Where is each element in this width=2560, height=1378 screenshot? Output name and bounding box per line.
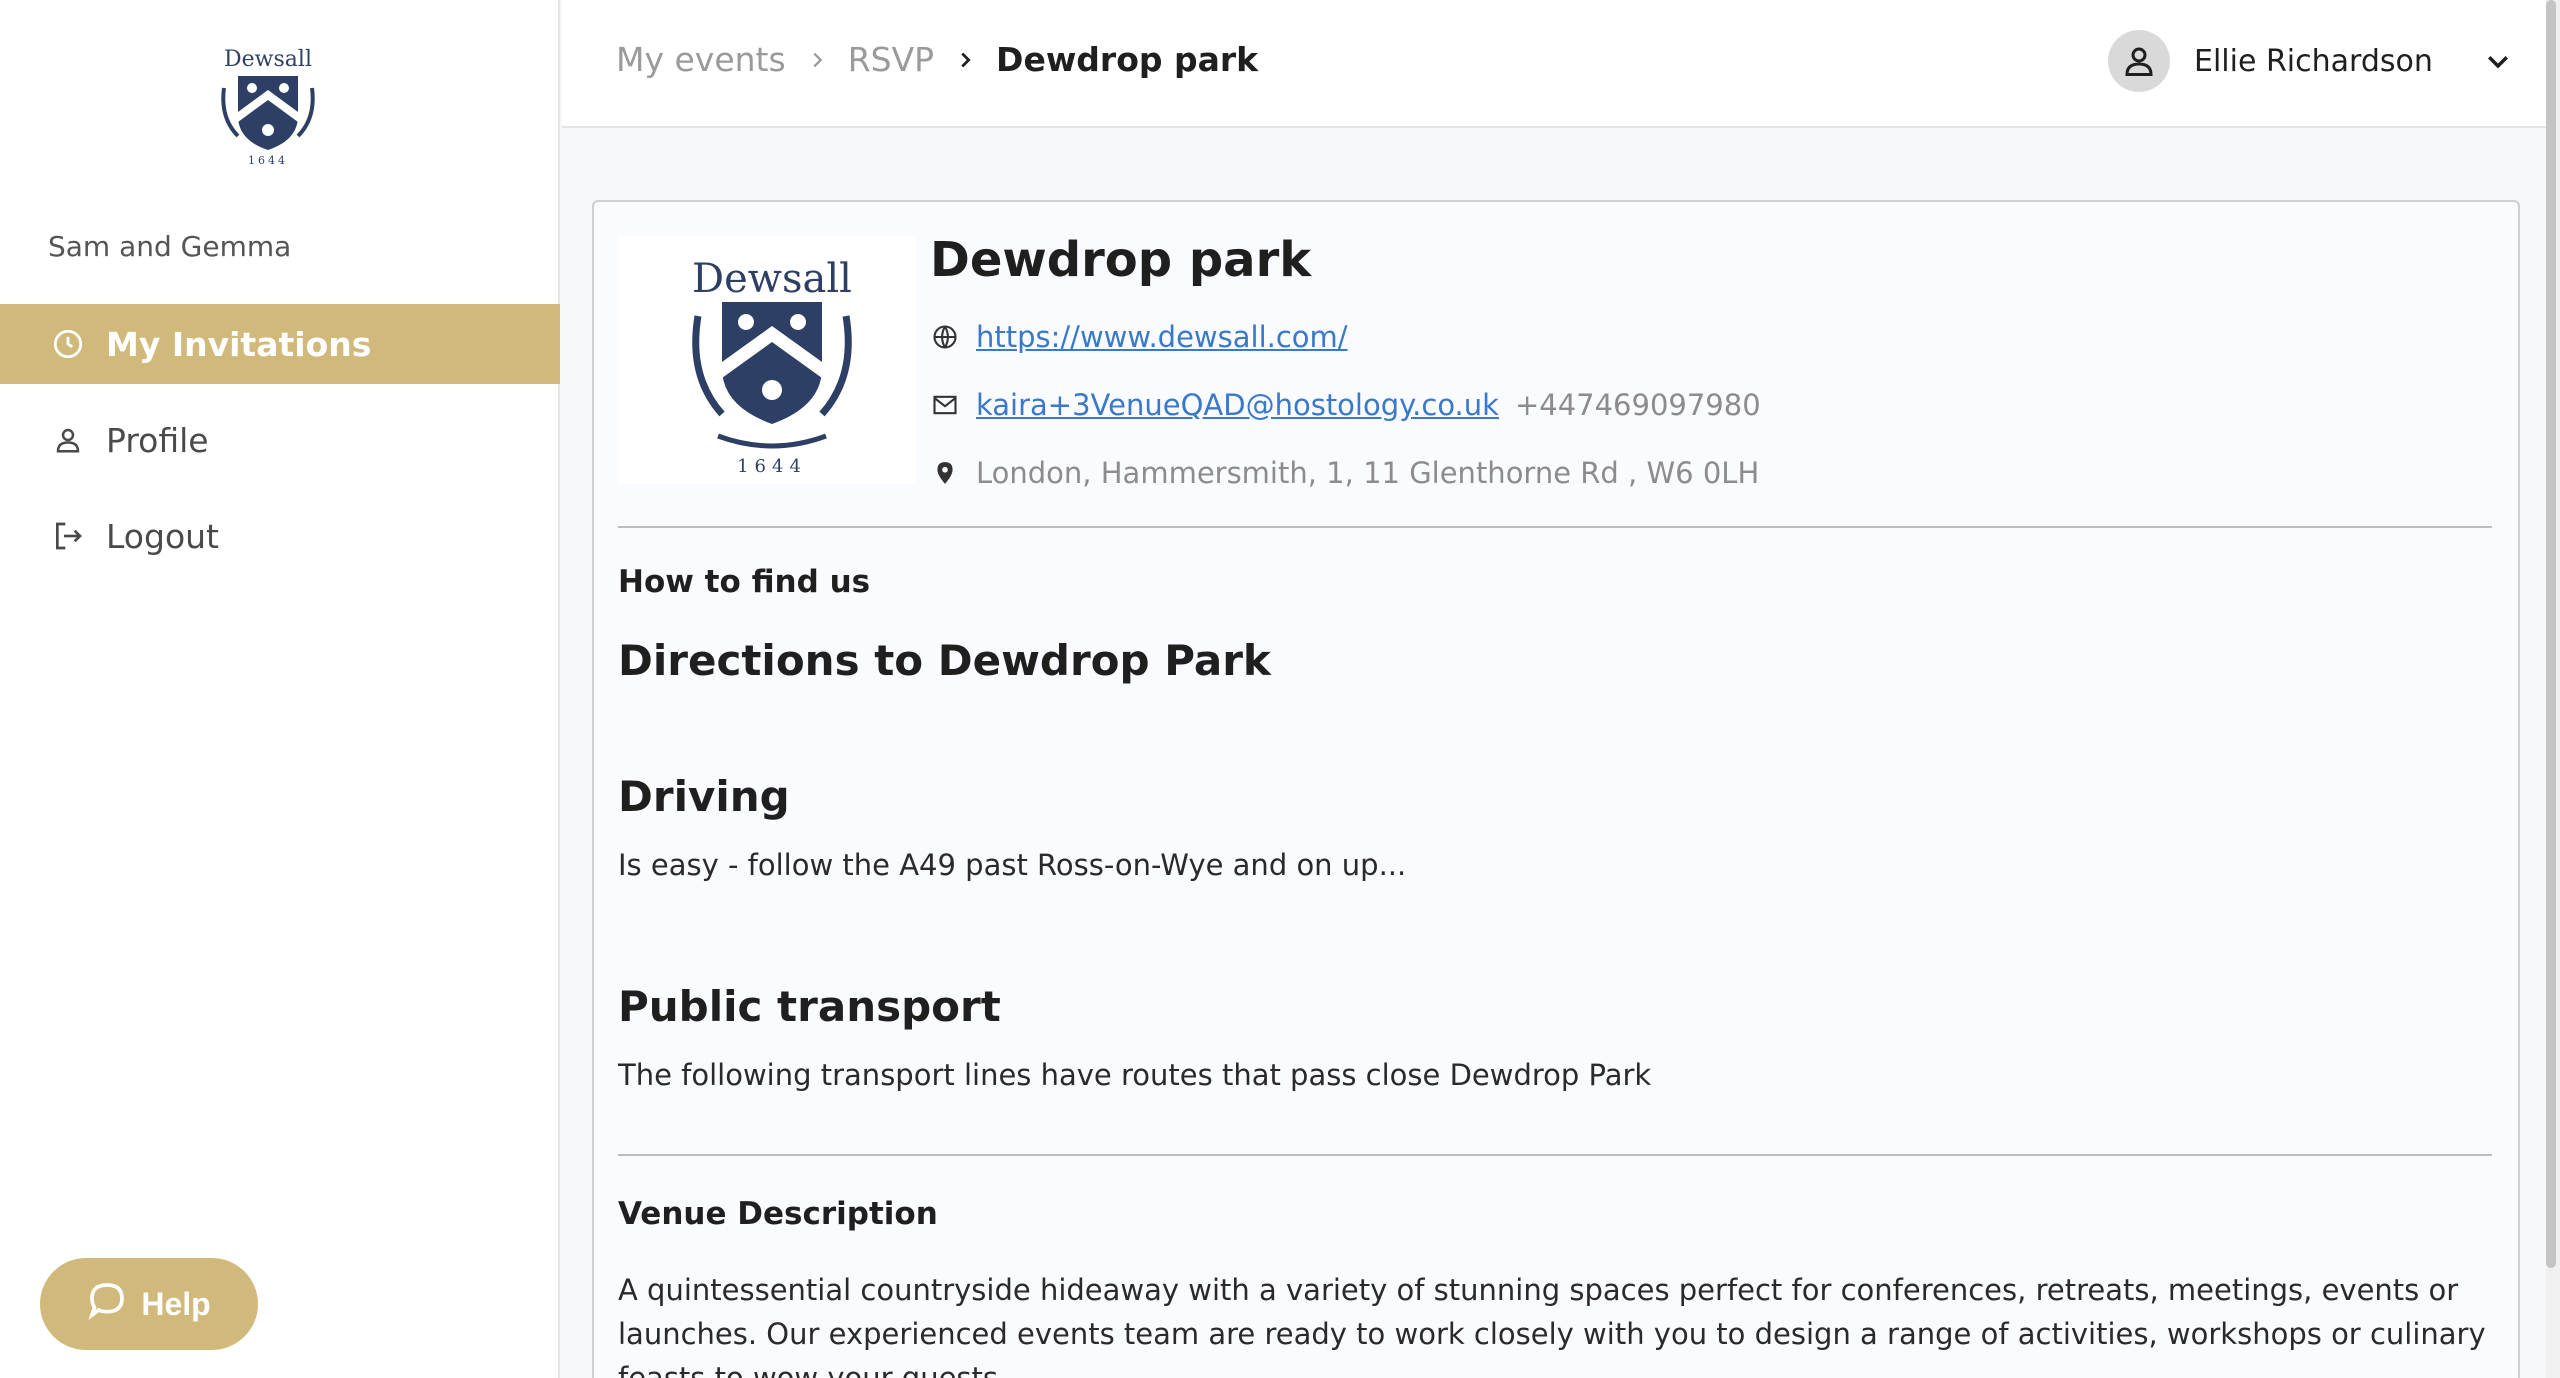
breadcrumb-current: Dewdrop park: [996, 40, 1259, 79]
contact-row: kaira+3VenueQAD@hostology.co.uk +4474690…: [930, 388, 1761, 422]
sidebar: Dewsall 1644 Sam and Gemma My Invitation…: [0, 0, 560, 1378]
chevron-right-icon: [954, 49, 976, 71]
sidebar-item-label: My Invitations: [106, 324, 372, 364]
venue-logo: Dewsall 1644: [618, 236, 916, 484]
logo-year: 1644: [737, 456, 807, 477]
sidebar-item-label: Logout: [106, 516, 219, 556]
chat-bubble-icon: [87, 1280, 127, 1328]
user-menu[interactable]: Ellie Richardson: [2108, 30, 2513, 92]
divider: [618, 1154, 2492, 1156]
avatar-icon: [2108, 30, 2170, 92]
logo-text: Dewsall: [692, 256, 852, 302]
svg-text:1644: 1644: [248, 154, 288, 167]
email-link[interactable]: kaira+3VenueQAD@hostology.co.uk: [976, 388, 1499, 422]
couple-name: Sam and Gemma: [48, 230, 292, 263]
svg-text:Dewsall: Dewsall: [224, 47, 312, 72]
venue-description-heading: Venue Description: [618, 1196, 938, 1232]
driving-text: Is easy - follow the A49 past Ross-on-Wy…: [618, 848, 1407, 882]
breadcrumb-my-events[interactable]: My events: [616, 40, 786, 79]
how-to-find-heading: How to find us: [618, 564, 871, 600]
venue-title: Dewdrop park: [930, 232, 1312, 288]
address-row: London, Hammersmith, 1, 11 Glenthorne Rd…: [930, 456, 1759, 490]
venue-address: London, Hammersmith, 1, 11 Glenthorne Rd…: [976, 456, 1760, 490]
phone-number: +447469097980: [1514, 388, 1761, 422]
public-transport-text: The following transport lines have route…: [618, 1058, 1652, 1092]
driving-heading: Driving: [618, 772, 790, 821]
help-button[interactable]: Help: [40, 1258, 258, 1350]
top-header: My events RSVP Dewdrop park Ellie Richar…: [562, 0, 2560, 128]
help-label: Help: [141, 1285, 211, 1322]
dewsall-logo[interactable]: Dewsall 1644: [184, 38, 352, 168]
venue-card: Dewsall 1644 Dewdrop park https://www.de…: [592, 200, 2520, 1378]
sidebar-item-profile[interactable]: Profile: [0, 400, 560, 480]
venue-description-text: A quintessential countryside hideaway wi…: [618, 1273, 2486, 1378]
sidebar-item-label: Profile: [106, 420, 209, 460]
chevron-down-icon[interactable]: [2483, 46, 2513, 76]
globe-icon: [930, 322, 960, 352]
location-pin-icon: [930, 458, 960, 488]
public-transport-heading: Public transport: [618, 982, 1001, 1031]
website-row: https://www.dewsall.com/: [930, 320, 1348, 354]
user-name: Ellie Richardson: [2194, 43, 2433, 79]
person-icon: [50, 422, 86, 458]
scrollbar-thumb[interactable]: [2546, 0, 2556, 1268]
sidebar-item-logout[interactable]: Logout: [0, 496, 560, 576]
sidebar-item-my-invitations[interactable]: My Invitations: [0, 304, 560, 384]
divider: [618, 526, 2492, 528]
directions-title: Directions to Dewdrop Park: [618, 636, 1271, 685]
mail-icon: [930, 390, 960, 420]
chevron-right-icon: [806, 49, 828, 71]
logout-icon: [50, 518, 86, 554]
clock-icon: [50, 326, 86, 362]
page-scrollbar[interactable]: [2546, 0, 2560, 1378]
website-link[interactable]: https://www.dewsall.com/: [976, 320, 1348, 354]
breadcrumb-rsvp[interactable]: RSVP: [848, 40, 934, 79]
breadcrumb: My events RSVP Dewdrop park: [616, 40, 1258, 79]
